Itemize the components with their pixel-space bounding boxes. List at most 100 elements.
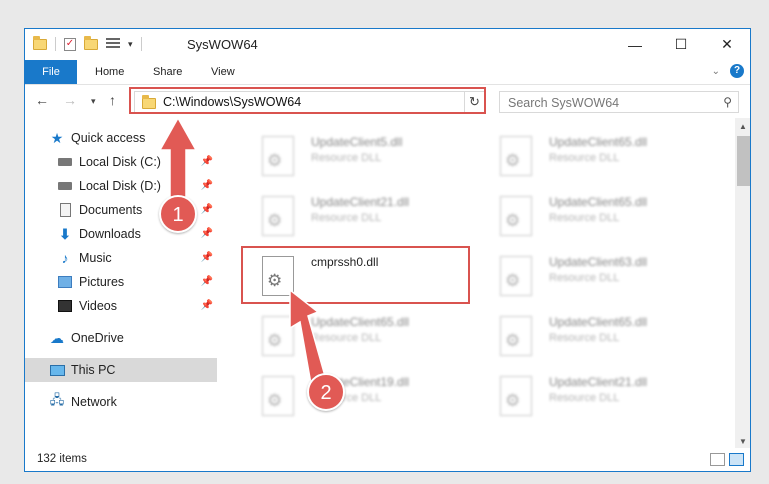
sidebar-item-network[interactable]: 🖧 Network: [25, 390, 217, 414]
pin-icon[interactable]: 📌: [201, 180, 213, 191]
callout-2: 2: [307, 373, 345, 411]
file-name: UpdateClient65.dll: [549, 195, 648, 209]
sidebar-item-label: Documents: [79, 203, 143, 217]
pin-icon[interactable]: 📌: [201, 156, 213, 167]
file-name: UpdateClient21.dll: [549, 375, 648, 389]
recent-locations-chevron-icon[interactable]: ▾: [91, 96, 96, 107]
properties-list-icon[interactable]: [106, 38, 120, 50]
scroll-up-arrow-icon[interactable]: ▲: [739, 122, 747, 131]
scroll-thumb[interactable]: [737, 136, 750, 186]
tab-file[interactable]: File: [25, 60, 77, 84]
file-name: UpdateClient65.dll: [549, 135, 648, 149]
file-item[interactable]: UpdateClient65.dll Resource DLL: [483, 310, 713, 364]
pin-icon[interactable]: 📌: [201, 300, 213, 311]
sidebar-item-local-disk-d[interactable]: Local Disk (D:) 📌: [25, 174, 217, 198]
file-item[interactable]: UpdateClient21.dll Resource DLL: [483, 370, 713, 424]
file-type: Resource DLL: [549, 212, 620, 224]
file-type: Resource DLL: [549, 332, 620, 344]
dll-file-icon: [500, 256, 532, 296]
file-item[interactable]: UpdateClient65.dll Resource DLL: [483, 190, 713, 244]
help-icon[interactable]: ?: [730, 64, 744, 78]
file-item[interactable]: UpdateClient65.dll Resource DLL: [245, 310, 475, 364]
tab-share[interactable]: Share: [141, 60, 194, 84]
minimize-button[interactable]: —: [612, 29, 658, 60]
videos-icon: [57, 298, 73, 314]
file-type: Resource DLL: [549, 272, 620, 284]
file-type: Resource DLL: [311, 332, 382, 344]
downloads-icon: ⬇: [59, 225, 71, 242]
sidebar-item-music[interactable]: ♪ Music 📌: [25, 246, 217, 270]
dll-file-icon: [262, 136, 294, 176]
details-view-icon[interactable]: [710, 453, 725, 466]
file-item[interactable]: UpdateClient63.dll Resource DLL: [483, 250, 713, 304]
sidebar-item-pictures[interactable]: Pictures 📌: [25, 270, 217, 294]
vertical-scrollbar[interactable]: ▲ ▼: [735, 118, 750, 448]
expand-ribbon-chevron-icon[interactable]: ⌄: [712, 66, 720, 77]
toolbar-separator: [55, 37, 56, 51]
sidebar-item-label: Quick access: [71, 131, 146, 145]
file-item[interactable]: UpdateClient19.dll Resource DLL: [245, 370, 475, 424]
file-highlight: [241, 246, 470, 304]
item-count: 132 items: [37, 453, 87, 465]
ribbon-tabs: File Home Share View ⌄ ?: [25, 60, 750, 85]
window-title: SysWOW64: [187, 37, 258, 52]
quick-access-toolbar: ✓ ▾: [33, 35, 142, 51]
file-type: Resource DLL: [311, 212, 382, 224]
tab-view[interactable]: View: [199, 60, 247, 84]
file-item[interactable]: UpdateClient5.dll Resource DLL: [245, 130, 475, 184]
file-name: UpdateClient65.dll: [311, 315, 410, 329]
search-box[interactable]: ⚲: [499, 91, 739, 113]
file-name: UpdateClient21.dll: [311, 195, 410, 209]
toolbar-separator: [140, 37, 142, 51]
title-bar: ✓ ▾ SysWOW64 — ☐ ✕: [25, 29, 750, 60]
dll-file-icon: [500, 136, 532, 176]
file-item[interactable]: UpdateClient21.dll Resource DLL: [245, 190, 475, 244]
pictures-icon: [57, 274, 73, 290]
pin-icon[interactable]: 📌: [201, 276, 213, 287]
properties-check-icon[interactable]: ✓: [64, 37, 76, 51]
forward-arrow-icon[interactable]: →: [63, 92, 77, 108]
address-bar-highlight: [129, 87, 486, 114]
pin-icon[interactable]: 📌: [201, 228, 213, 239]
music-icon: ♪: [61, 250, 69, 266]
sidebar-item-videos[interactable]: Videos 📌: [25, 294, 217, 318]
sidebar-item-label: OneDrive: [71, 331, 124, 345]
scroll-down-arrow-icon[interactable]: ▼: [739, 437, 747, 446]
folder-icon: [33, 35, 47, 50]
dll-file-icon: [500, 316, 532, 356]
status-bar: 132 items: [25, 448, 750, 471]
ribbon-right-controls: ⌄ ?: [712, 64, 744, 78]
search-input[interactable]: [506, 94, 710, 112]
sidebar-item-label: Videos: [79, 299, 117, 313]
sidebar-item-label: Downloads: [79, 227, 141, 241]
close-button[interactable]: ✕: [704, 29, 750, 60]
back-arrow-icon[interactable]: ←: [35, 92, 49, 108]
up-arrow-icon[interactable]: ↑: [109, 92, 116, 108]
pin-icon[interactable]: 📌: [201, 204, 213, 215]
dll-file-icon: [500, 196, 532, 236]
star-icon: ★: [50, 129, 64, 146]
dll-file-icon: [262, 376, 294, 416]
sidebar-item-label: Network: [71, 395, 117, 409]
large-icons-view-icon[interactable]: [729, 453, 744, 466]
dll-file-icon: [262, 196, 294, 236]
documents-icon: [57, 202, 73, 218]
cloud-icon: ☁: [50, 329, 64, 346]
file-type: Resource DLL: [549, 392, 620, 404]
pc-icon: [49, 362, 65, 378]
dll-file-icon: [500, 376, 532, 416]
sidebar-item-onedrive[interactable]: ☁ OneDrive: [25, 326, 217, 350]
pin-icon[interactable]: 📌: [201, 252, 213, 263]
sidebar-item-label: Local Disk (D:): [79, 179, 161, 193]
customize-toolbar-chevron-icon[interactable]: ▾: [128, 39, 133, 50]
new-folder-icon[interactable]: [84, 35, 98, 50]
tab-home[interactable]: Home: [83, 60, 136, 84]
disk-icon: [57, 178, 73, 194]
file-item[interactable]: UpdateClient65.dll Resource DLL: [483, 130, 713, 184]
file-type: Resource DLL: [311, 152, 382, 164]
maximize-button[interactable]: ☐: [658, 29, 704, 60]
network-icon: 🖧: [49, 392, 65, 407]
sidebar-item-this-pc[interactable]: This PC: [25, 358, 217, 382]
sidebar-item-quick-access[interactable]: ★ Quick access: [25, 126, 217, 150]
sidebar-item-local-disk-c[interactable]: Local Disk (C:) 📌: [25, 150, 217, 174]
